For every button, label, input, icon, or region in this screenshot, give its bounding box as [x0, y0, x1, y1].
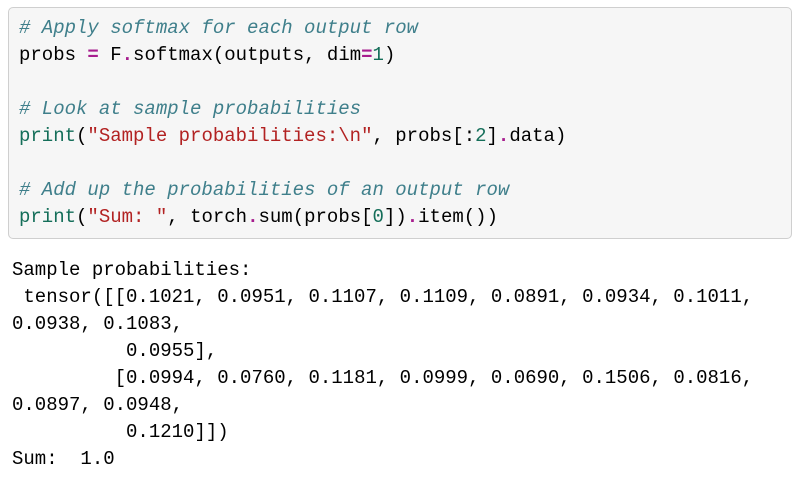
code-token: F — [99, 44, 122, 66]
code-token: 0 — [373, 206, 384, 228]
output-line: Sample probabilities: — [12, 259, 251, 281]
code-token: , — [304, 44, 327, 66]
code-token: ( — [213, 44, 224, 66]
code-token: ) — [384, 44, 395, 66]
code-token: . — [122, 44, 133, 66]
code-token: softmax — [133, 44, 213, 66]
output-line: 0.0955], — [12, 340, 217, 362]
code-token: "Sum: " — [87, 206, 167, 228]
notebook-cell-pair: # Apply softmax for each output row prob… — [0, 0, 800, 487]
comment-line: # Look at sample probabilities — [19, 98, 361, 120]
code-token: . — [498, 125, 509, 147]
comment-line: # Add up the probabilities of an output … — [19, 179, 509, 201]
code-token: probs — [19, 44, 87, 66]
code-token: data — [509, 125, 555, 147]
code-token: dim — [327, 44, 361, 66]
code-token: ()) — [464, 206, 498, 228]
output-line: Sum: 1.0 — [12, 448, 115, 470]
code-token: outputs — [224, 44, 304, 66]
code-token: ) — [555, 125, 566, 147]
output-line: tensor([[0.1021, 0.0951, 0.1107, 0.1109,… — [12, 286, 765, 335]
code-token: . — [247, 206, 258, 228]
code-token: print — [19, 206, 76, 228]
comment-line: # Apply softmax for each output row — [19, 17, 418, 39]
code-token: , — [167, 206, 190, 228]
code-token: , — [372, 125, 395, 147]
output-line: [0.0994, 0.0760, 0.1181, 0.0999, 0.0690,… — [12, 367, 765, 416]
code-token: item — [418, 206, 464, 228]
code-token: [: — [452, 125, 475, 147]
code-token: ( — [76, 206, 87, 228]
code-token: ] — [487, 125, 498, 147]
output-line: 0.1210]]) — [12, 421, 229, 443]
code-token: 1 — [373, 44, 384, 66]
code-token: sum — [258, 206, 292, 228]
code-output-cell: Sample probabilities: tensor([[0.1021, 0… — [8, 249, 792, 477]
code-token: = — [87, 44, 98, 66]
code-token: probs — [395, 125, 452, 147]
code-token: ( — [293, 206, 304, 228]
code-token: ( — [76, 125, 87, 147]
code-token: ]) — [384, 206, 407, 228]
code-token: "Sample probabilities:\n" — [87, 125, 372, 147]
code-token: torch — [190, 206, 247, 228]
code-token: 2 — [475, 125, 486, 147]
code-token: probs — [304, 206, 361, 228]
code-token: [ — [361, 206, 372, 228]
code-token: . — [407, 206, 418, 228]
code-token: print — [19, 125, 76, 147]
code-token: = — [361, 44, 372, 66]
code-input-cell: # Apply softmax for each output row prob… — [8, 7, 792, 239]
